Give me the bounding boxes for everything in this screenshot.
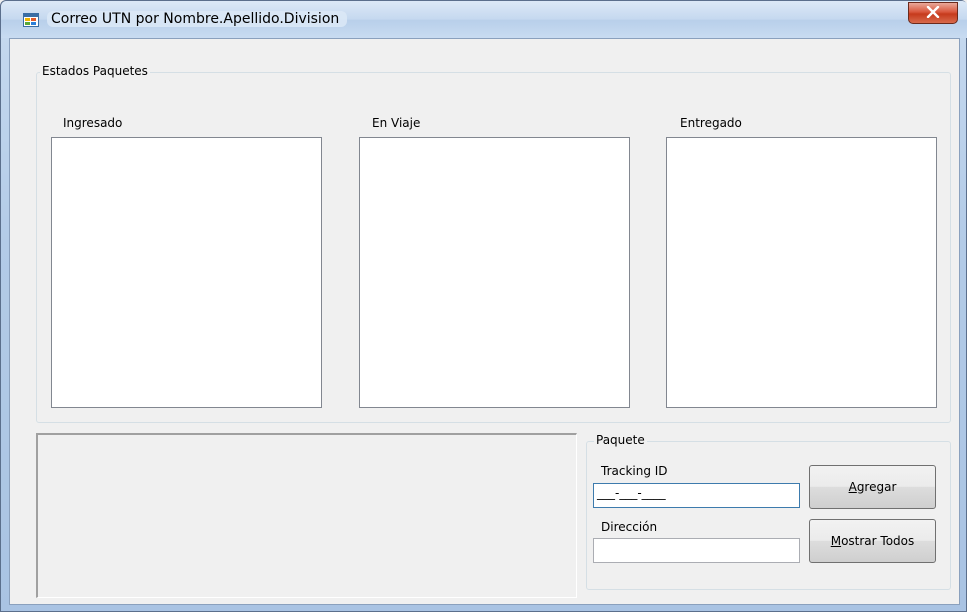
en-viaje-label: En Viaje — [372, 116, 421, 130]
title-bar[interactable]: Correo UTN por Nombre.Apellido.Division — [1, 1, 967, 38]
entregado-label: Entregado — [680, 116, 742, 130]
mostrar-mnemonic: M — [830, 534, 842, 548]
ingresado-listbox[interactable] — [51, 137, 322, 408]
mostrar-todos-button[interactable]: Mostrar Todos — [809, 519, 936, 563]
app-window: Correo UTN por Nombre.Apellido.Division … — [0, 0, 967, 612]
agregar-mnemonic: A — [848, 480, 857, 494]
mostrar-todos-label: ostrar Todos — [841, 534, 915, 548]
output-textbox[interactable] — [36, 433, 577, 598]
window-title: Correo UTN por Nombre.Apellido.Division — [47, 11, 348, 27]
ingresado-label: Ingresado — [63, 116, 123, 130]
agregar-button[interactable]: Agregar — [809, 465, 936, 509]
windows-form-icon[interactable] — [23, 12, 39, 28]
paquete-caption: Paquete — [594, 433, 647, 447]
form-client-area: Estados Paquetes Ingresado En Viaje Entr… — [9, 38, 960, 605]
direccion-input[interactable] — [593, 538, 800, 563]
estados-paquetes-caption: Estados Paquetes — [40, 64, 150, 78]
close-icon — [926, 5, 940, 21]
en-viaje-listbox[interactable] — [359, 137, 630, 408]
entregado-listbox[interactable] — [666, 137, 937, 408]
tracking-id-input[interactable]: ___-___-____ — [593, 483, 800, 508]
close-button[interactable] — [908, 2, 958, 24]
tracking-id-mask: ___-___-____ — [597, 486, 666, 500]
agregar-label: gregar — [856, 480, 897, 494]
tracking-id-label: Tracking ID — [601, 464, 668, 478]
direccion-label: Dirección — [601, 520, 658, 534]
